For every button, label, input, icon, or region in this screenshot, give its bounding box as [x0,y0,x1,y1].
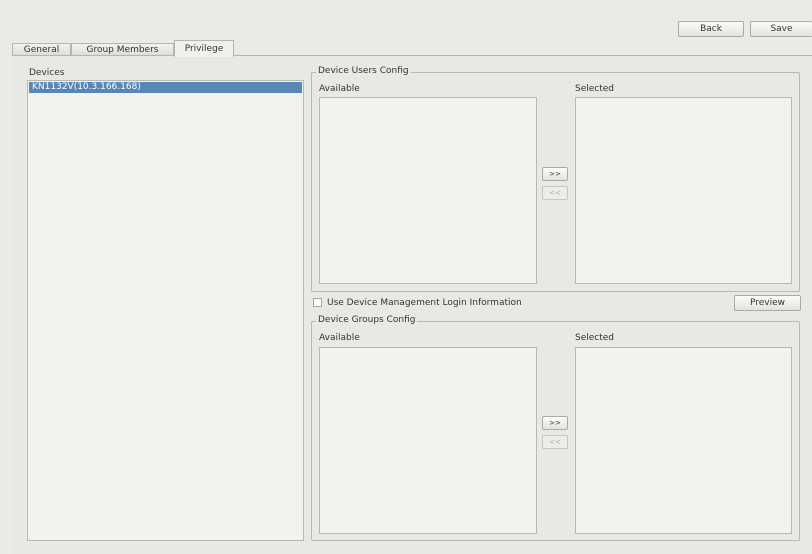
users-add-button[interactable]: >> [542,167,568,181]
users-selected-label: Selected [575,84,615,94]
list-item[interactable]: KN1132V(10.3.166.168) [29,82,302,93]
tab-bar: General Group Members Privilege [12,40,812,57]
use-login-info-label[interactable]: Use Device Management Login Information [327,298,522,308]
users-remove-button[interactable]: << [542,186,568,200]
devices-label: Devices [29,68,65,78]
groups-remove-button[interactable]: << [542,435,568,449]
use-login-info-checkbox[interactable] [313,298,322,307]
groups-selected-list[interactable] [575,347,792,534]
device-users-config-title: Device Users Config [316,66,411,76]
users-selected-list[interactable] [575,97,792,284]
groups-selected-label: Selected [575,333,615,343]
users-available-list[interactable] [319,97,537,284]
users-available-label: Available [319,84,360,94]
save-button[interactable]: Save [750,21,812,37]
groups-available-label: Available [319,333,360,343]
devices-list[interactable]: KN1132V(10.3.166.168) [27,80,304,541]
groups-add-button[interactable]: >> [542,416,568,430]
tab-privilege[interactable]: Privilege [174,40,234,57]
groups-available-list[interactable] [319,347,537,534]
preview-button[interactable]: Preview [734,295,801,311]
back-button[interactable]: Back [678,21,744,37]
device-groups-config-title: Device Groups Config [316,315,418,325]
